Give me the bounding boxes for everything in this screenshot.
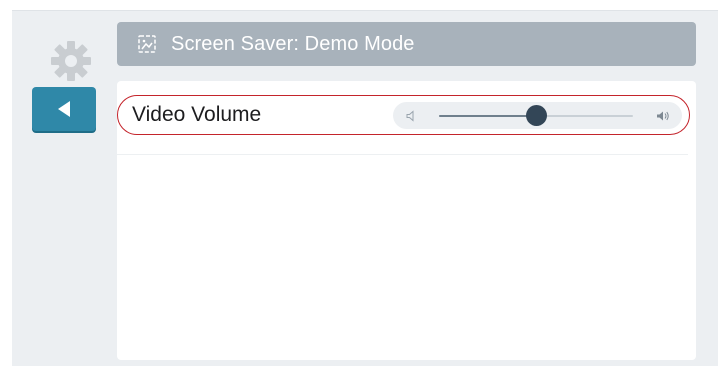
screen-background: Screen Saver: Demo Mode Video Volume xyxy=(12,10,718,366)
slider-fill xyxy=(439,115,536,117)
row-divider xyxy=(117,154,688,155)
header-bar: Screen Saver: Demo Mode xyxy=(117,22,696,66)
settings-panel: Video Volume xyxy=(117,81,696,360)
volume-high-icon xyxy=(657,111,669,121)
video-volume-row: Video Volume xyxy=(117,95,692,137)
slider-thumb[interactable] xyxy=(525,105,547,126)
back-button[interactable] xyxy=(32,87,96,131)
screensaver-image-icon xyxy=(138,35,156,53)
gear-icon xyxy=(48,38,94,84)
volume-low-icon xyxy=(406,110,414,122)
back-arrow-icon xyxy=(58,101,70,117)
page-title: Screen Saver: Demo Mode xyxy=(171,32,415,55)
video-volume-slider[interactable] xyxy=(393,102,682,129)
video-volume-label: Video Volume xyxy=(132,103,262,126)
